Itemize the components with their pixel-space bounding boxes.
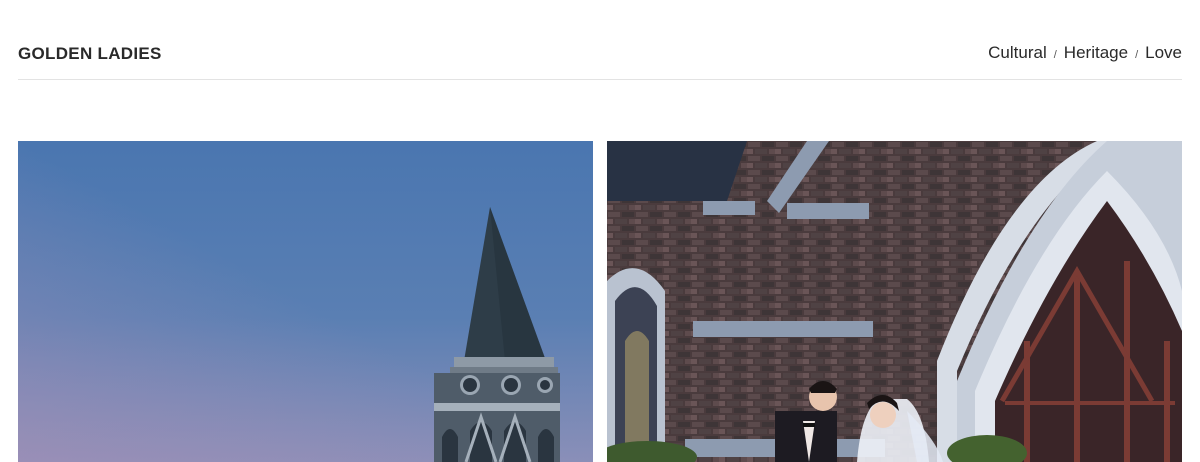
gallery-photo-spire[interactable] <box>18 141 593 462</box>
tag-separator: / <box>1135 49 1139 61</box>
tag-love[interactable]: Love <box>1145 43 1182 63</box>
spire-image <box>18 141 593 462</box>
brand-logo-text[interactable]: GOLDEN LADIES <box>18 44 162 64</box>
tag-breadcrumb: Cultural / Heritage / Love <box>988 43 1182 63</box>
couple-image <box>607 141 1182 462</box>
gallery-photo-couple[interactable] <box>607 141 1182 462</box>
tag-cultural[interactable]: Cultural <box>988 43 1047 63</box>
tag-heritage[interactable]: Heritage <box>1064 43 1128 63</box>
site-header: GOLDEN LADIES Cultural / Heritage / Love <box>18 0 1182 80</box>
tag-separator: / <box>1053 49 1057 61</box>
